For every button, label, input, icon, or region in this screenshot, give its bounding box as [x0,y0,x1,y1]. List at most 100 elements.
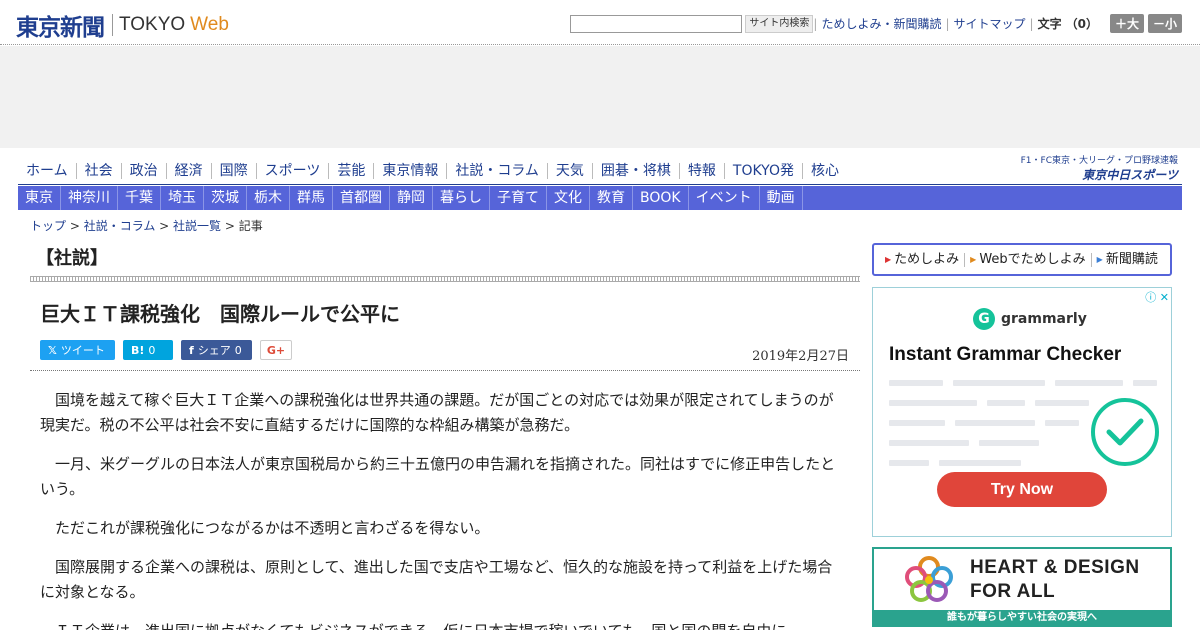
grammarly-ad[interactable]: ⓘ ✕ G grammarly Instant Grammar Checker … [872,287,1172,537]
article-paragraph: 一月、米グーグルの日本法人が東京国税局から約三十五億円の申告漏れを指摘された。同… [40,455,836,498]
placeholder-bar [1035,400,1089,406]
font-size-up-button[interactable]: ＋大 [1109,14,1144,33]
secondary-nav-item[interactable]: 首都圏 [333,186,390,210]
breadcrumb-sep: > [221,219,239,233]
primary-nav-item[interactable]: 国際 [212,163,257,179]
banner-title-line2: FOR ALL [970,581,1056,602]
ad-headline: Instant Grammar Checker [889,344,1122,365]
site-search-input[interactable] [570,14,743,33]
secondary-nav-item[interactable]: 東京 [18,186,61,210]
primary-nav: ホーム 社会 政治 経済 国際 スポーツ 芸能 東京情報 社説・コラム 天気 囲碁・将棋 特報 TOKY… [18,158,1018,184]
breadcrumb-top[interactable]: トップ [30,219,66,233]
adchoices-icon[interactable]: ⓘ ✕ [1145,289,1169,305]
try-now-button[interactable]: Try Now [937,472,1107,507]
logo-divider [112,14,113,36]
site-logo[interactable]: 東京新聞 TOKYO Web [16,8,229,42]
breadcrumb-sep: > [155,219,174,233]
placeholder-bar [979,440,1039,446]
tweet-label: ツイート [60,344,105,357]
primary-nav-item[interactable]: 東京情報 [374,163,448,179]
placeholder-bar [889,440,969,446]
trial-read-link[interactable]: ▶ ためしよみ [880,252,966,267]
web-trial-read-label: Webでためしよみ [979,251,1086,267]
secondary-nav-item[interactable]: 教育 [590,186,633,210]
grammarly-logo: G grammarly [973,308,1087,330]
primary-nav-item[interactable]: 芸能 [329,163,375,179]
article-paragraph: ＩＴ企業は、進出国に拠点がなくてもビジネスができる。仮に日本市場で稼いでいても、… [40,619,845,630]
placeholder-bar [889,460,929,466]
secondary-nav-item[interactable]: 子育て [490,186,547,210]
secondary-nav: 東京 神奈川 千葉 埼玉 茨城 栃木 群馬 首都圏 静岡 暮らし 子育て 文化 教育 BOOK イベント 動画 [18,186,1182,210]
primary-nav-item[interactable]: 経済 [167,163,212,179]
font-size-down-button[interactable]: －小 [1147,14,1182,33]
placeholder-bar [889,380,943,386]
placeholder-bar [889,420,945,426]
secondary-nav-item[interactable]: 栃木 [247,186,290,210]
sitemap-link[interactable]: サイトマップ [954,15,1026,32]
section-divider [30,276,860,282]
secondary-nav-item[interactable]: 群馬 [290,186,333,210]
font-size-value: （0） [1065,17,1098,31]
trial-subscribe-link[interactable]: ためしよみ・新聞購読 [821,15,941,32]
secondary-nav-item[interactable]: 文化 [547,186,590,210]
subscribe-label: 新聞購読 [1105,251,1158,267]
facebook-icon: f [189,343,194,357]
tweet-button[interactable]: 𝕏 ツイート [40,340,115,360]
divider: | [813,16,818,31]
subscribe-link[interactable]: ▶ 新聞購読 [1092,251,1163,267]
breadcrumb-editorial-list[interactable]: 社説一覧 [173,219,221,233]
placeholder-bar [1133,380,1157,386]
breadcrumb: トップ > 社説・コラム > 社説一覧 > 記事 [30,217,263,234]
top-ad-area [0,46,1200,148]
article-title: 巨大ＩＴ課税強化 国際ルールで公平に [40,302,400,326]
secondary-nav-item[interactable]: 埼玉 [161,186,204,210]
site-search-button[interactable]: サイト内検索 [745,14,814,33]
breadcrumb-editorial-column[interactable]: 社説・コラム [84,219,156,233]
primary-nav-item[interactable]: 社説・コラム [447,163,548,179]
secondary-nav-item[interactable]: 神奈川 [61,186,118,210]
hatena-bookmark-button[interactable]: B! 0 [123,340,173,360]
chunichi-sports-link[interactable]: F1・FC東京・大リーグ・プロ野球速報 東京中日スポーツ [1021,153,1178,183]
secondary-nav-item[interactable]: 茨城 [204,186,247,210]
secondary-nav-item[interactable]: 静岡 [390,186,433,210]
hatena-count: 0 [148,343,156,357]
arrow-right-icon: ▶ [885,254,892,264]
primary-nav-item[interactable]: 囲碁・将棋 [593,163,680,179]
chunichi-tagline: F1・FC東京・大リーグ・プロ野球速報 [1020,156,1178,166]
primary-nav-underline [18,184,1182,185]
primary-nav-item[interactable]: TOKYO発 [725,163,803,179]
grammarly-g-icon: G [973,308,995,330]
arrow-right-icon: ▶ [1096,254,1103,264]
flower-logo-icon [905,556,953,602]
chunichi-name: 東京中日スポーツ [1082,168,1178,182]
share-buttons: 𝕏 ツイート B! 0 f シェア 0 G+ [40,340,300,360]
facebook-count: 0 [234,343,242,357]
primary-nav-item[interactable]: 社会 [77,163,122,179]
facebook-share-button[interactable]: f シェア 0 [181,340,252,360]
primary-nav-item[interactable]: スポーツ [257,163,330,179]
primary-nav-item[interactable]: ホーム [18,163,77,179]
hatena-icon: B! [131,343,145,357]
banner-title-line1: HEART & DESIGN [970,557,1140,578]
secondary-nav-item[interactable]: 千葉 [118,186,161,210]
google-plus-button[interactable]: G+ [260,340,292,360]
article-body: 国境を越えて稼ぐ巨大ＩＴ企業への課税強化は世界共通の課題。だが国ごとの対応では効… [40,388,845,630]
header-tools: サイト内検索 | ためしよみ・新聞購読 | サイトマップ | 文字 （0） ＋大… [570,14,1182,33]
logo-web: Web [190,14,229,35]
placeholder-bar [955,420,1035,426]
primary-nav-item[interactable]: 政治 [122,163,167,179]
facebook-label: シェア [197,344,231,357]
primary-nav-item[interactable]: 核心 [803,163,847,179]
secondary-nav-item[interactable]: 動画 [760,186,803,210]
divider: | [945,16,950,31]
secondary-nav-item[interactable]: イベント [689,186,760,210]
placeholder-bar [939,460,1021,466]
primary-nav-item[interactable]: 特報 [680,163,725,179]
web-trial-read-link[interactable]: ▶ Webでためしよみ [965,251,1092,267]
secondary-nav-item[interactable]: 暮らし [433,186,490,210]
placeholder-bar [1045,420,1079,426]
secondary-nav-item[interactable]: BOOK [633,186,689,210]
primary-nav-item[interactable]: 天気 [548,163,593,179]
breadcrumb-current: 記事 [238,219,263,233]
heart-design-banner[interactable]: HEART & DESIGN FOR ALL 誰もが暮らしやすい社会の実現へ [872,547,1172,627]
